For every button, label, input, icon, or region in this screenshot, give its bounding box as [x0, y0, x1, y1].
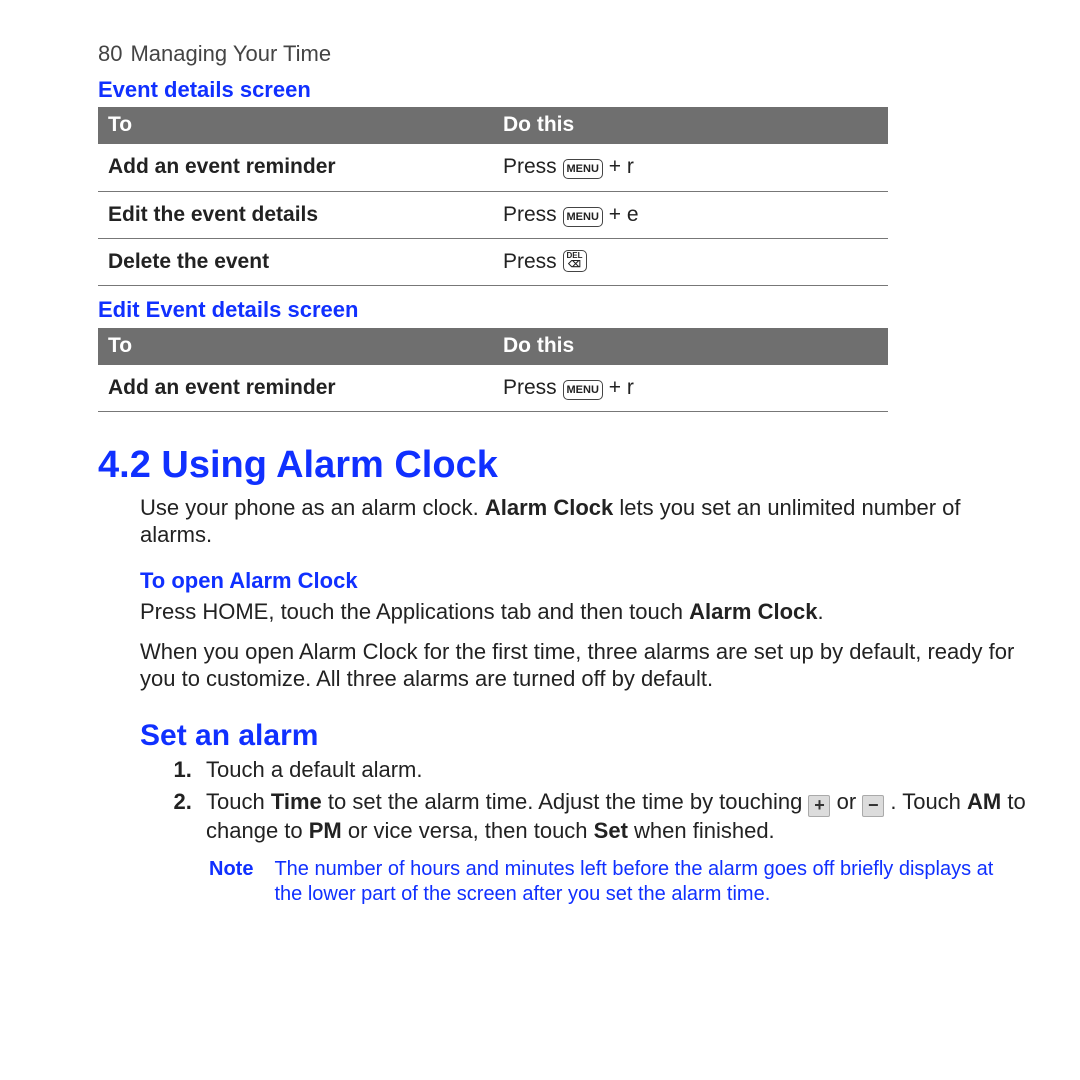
page-number: 80: [98, 41, 122, 66]
table-row: Add an event reminder Press MENU + r: [98, 144, 888, 191]
col-to: To: [98, 107, 493, 144]
cell-do: Press MENU + r: [493, 144, 888, 191]
table-row: Delete the event Press DEL⌫: [98, 238, 888, 285]
col-do: Do this: [493, 328, 888, 365]
set-alarm-steps: Touch a default alarm. Touch Time to set…: [140, 756, 1028, 910]
open-alarm-instruction: Press HOME, touch the Applications tab a…: [140, 598, 1028, 626]
event-details-table: To Do this Add an event reminder Press M…: [98, 107, 888, 286]
menu-key-icon: MENU: [563, 380, 603, 400]
del-key-icon: DEL⌫: [563, 250, 587, 272]
minus-icon: −: [862, 795, 884, 817]
subsection-event-details: Event details screen: [98, 76, 1028, 104]
note-block: Note The number of hours and minutes lef…: [206, 854, 1028, 910]
note-text: The number of hours and minutes left bef…: [273, 856, 1026, 908]
open-alarm-defaults: When you open Alarm Clock for the first …: [140, 638, 1028, 693]
step-1: Touch a default alarm.: [198, 756, 1028, 784]
cell-to: Add an event reminder: [98, 365, 493, 412]
section-heading-alarm: 4.2 Using Alarm Clock: [98, 442, 1028, 490]
table-row: Edit the event details Press MENU + e: [98, 191, 888, 238]
cell-do: Press MENU + r: [493, 365, 888, 412]
cell-to: Add an event reminder: [98, 144, 493, 191]
plus-icon: +: [808, 795, 830, 817]
edit-event-details-table: To Do this Add an event reminder Press M…: [98, 328, 888, 413]
running-head: 80 Managing Your Time: [98, 40, 1028, 68]
manual-page: 80 Managing Your Time Event details scree…: [0, 0, 1080, 910]
cell-to: Delete the event: [98, 238, 493, 285]
table-row: Add an event reminder Press MENU + r: [98, 365, 888, 412]
step-2: Touch Time to set the alarm time. Adjust…: [198, 788, 1028, 911]
subsection-edit-event-details: Edit Event details screen: [98, 296, 1028, 324]
table-header-row: To Do this: [98, 328, 888, 365]
menu-key-icon: MENU: [563, 159, 603, 179]
alarm-intro: Use your phone as an alarm clock. Alarm …: [140, 494, 1028, 549]
alarm-body: Use your phone as an alarm clock. Alarm …: [140, 494, 1028, 911]
note-label: Note: [208, 856, 271, 908]
cell-to: Edit the event details: [98, 191, 493, 238]
subsection-set-alarm: Set an alarm: [140, 717, 1028, 755]
col-do: Do this: [493, 107, 888, 144]
chapter-title: Managing Your Time: [130, 41, 331, 66]
table-header-row: To Do this: [98, 107, 888, 144]
menu-key-icon: MENU: [563, 207, 603, 227]
col-to: To: [98, 328, 493, 365]
cell-do: Press MENU + e: [493, 191, 888, 238]
subsection-open-alarm: To open Alarm Clock: [140, 567, 1028, 595]
cell-do: Press DEL⌫: [493, 238, 888, 285]
